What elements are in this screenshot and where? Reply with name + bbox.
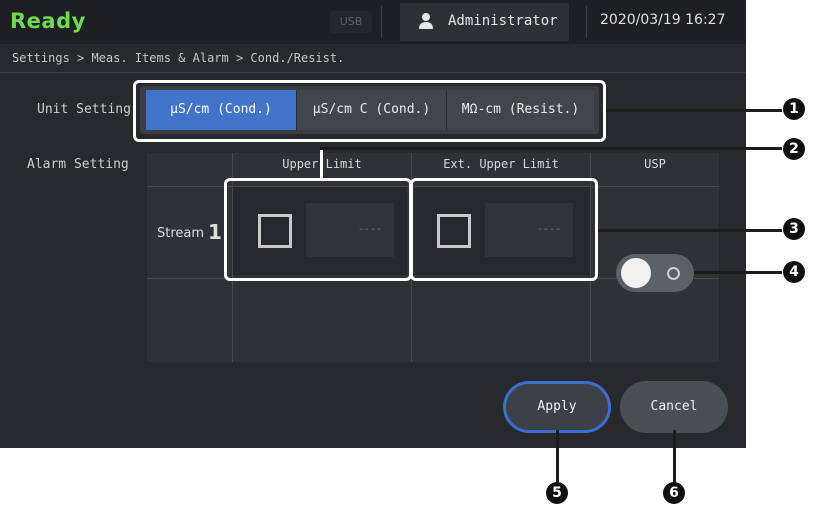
status-text: Ready [10,9,86,33]
breadcrumb: Settings > Meas. Items & Alarm > Cond./R… [12,51,345,65]
stream-label: Stream 1 [157,220,222,244]
cancel-button[interactable]: Cancel [620,381,728,433]
callout-line-4 [694,271,782,274]
divider [0,72,746,73]
callout-number-3: 3 [783,218,805,240]
divider [381,6,382,38]
toggle-knob [621,258,651,288]
callout-number-4: 4 [783,261,805,283]
callout-line-2 [320,147,782,150]
stream-number: 1 [208,220,222,244]
user-name: Administrator [448,13,558,29]
column-header-ext-upper-limit: Ext. Upper Limit [443,157,559,171]
callout-box-2 [224,178,412,281]
callout-line-5 [556,430,559,484]
callout-line-2-vertical [320,147,323,179]
unit-setting-label: Unit Setting [37,102,131,117]
alarm-setting-label: Alarm Setting [27,157,129,172]
column-header-usp: USP [644,157,666,171]
callout-line-6 [673,430,676,484]
user-button[interactable]: Administrator [400,3,569,41]
callout-number-6: 6 [663,482,685,504]
divider [586,6,587,38]
callout-line-1 [606,109,782,112]
callout-number-5: 5 [546,482,568,504]
callout-box-3 [410,178,598,281]
callout-line-3 [598,229,782,232]
callout-number-2: 2 [783,138,805,160]
top-bar: Ready USB Administrator 2020/03/19 16:27 [0,0,746,44]
apply-button[interactable]: Apply [503,381,611,433]
callout-box-1 [133,80,606,142]
person-icon [418,12,434,34]
usb-indicator: USB [330,11,372,33]
datetime: 2020/03/19 16:27 [600,12,726,28]
stream-text: Stream [157,226,205,241]
callout-number-1: 1 [783,98,805,120]
toggle-off-icon [667,267,680,280]
usp-toggle[interactable] [616,254,694,292]
